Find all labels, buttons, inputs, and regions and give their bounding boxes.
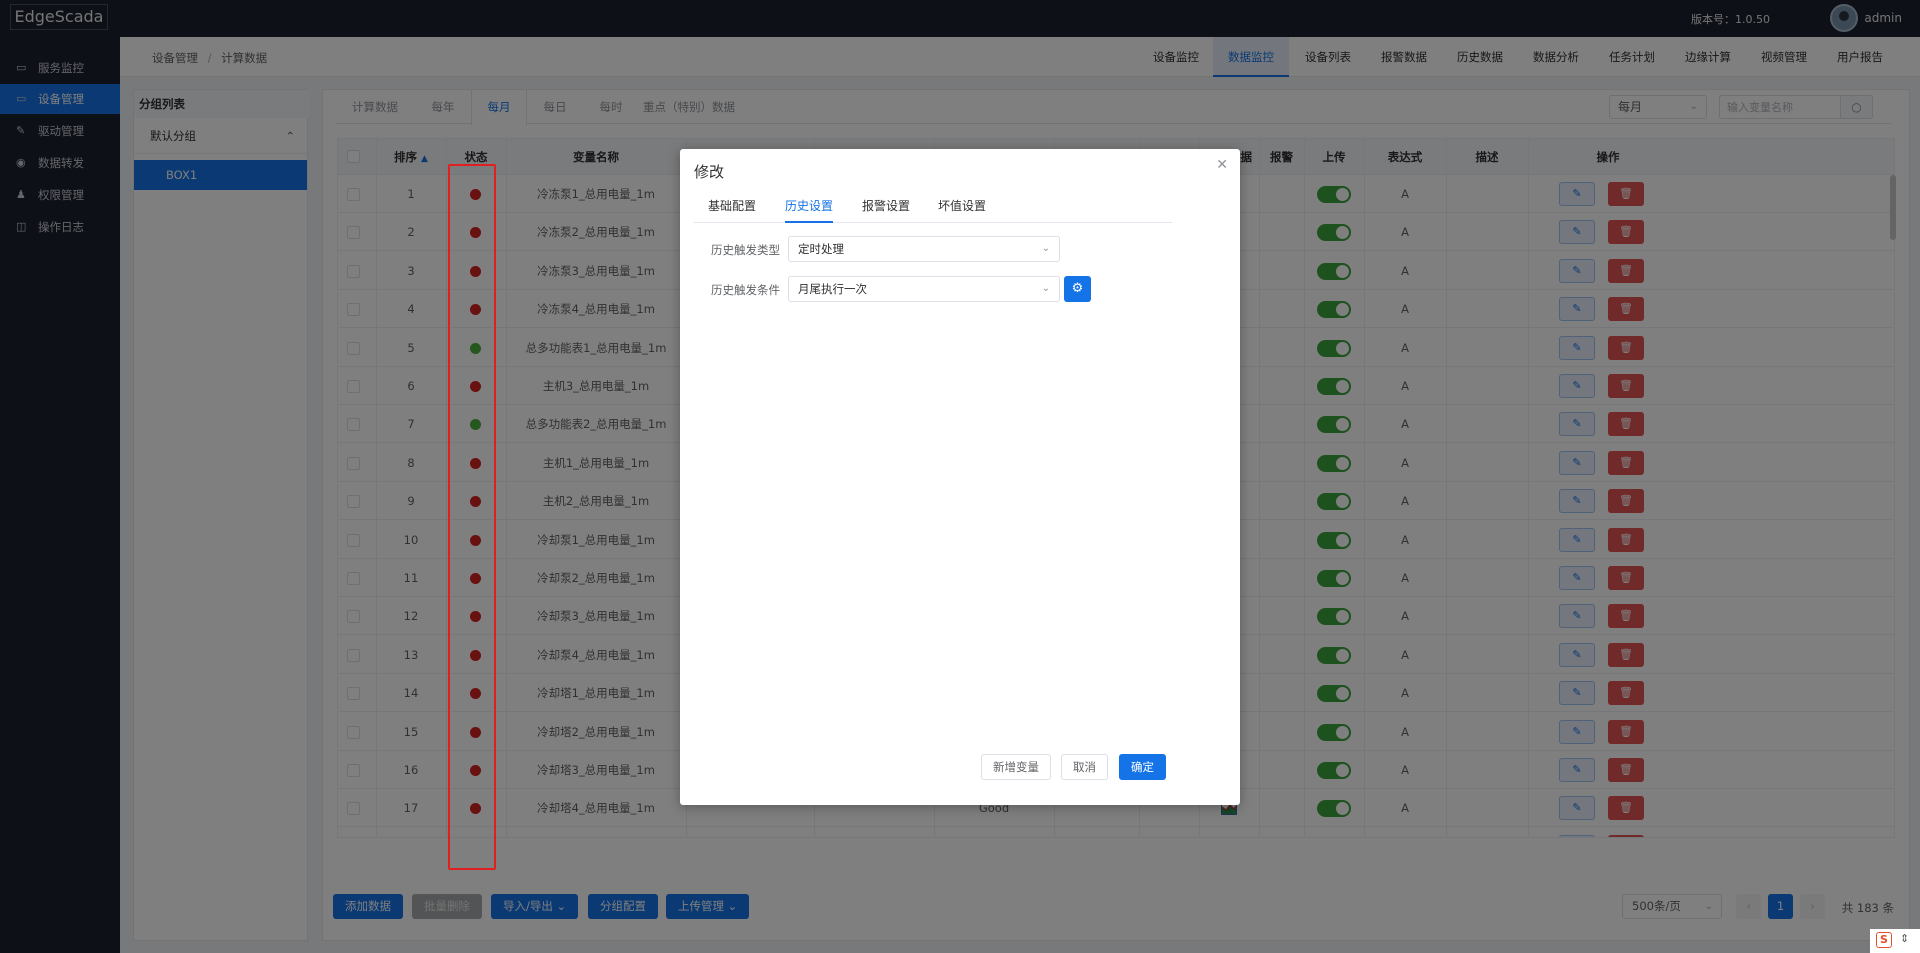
history-trigger-type-label: 历史触发类型 bbox=[711, 243, 780, 257]
status-column-highlight bbox=[448, 164, 496, 870]
add-variable-button[interactable]: 新增变量 bbox=[981, 754, 1051, 780]
chevron-down-icon: ⌄ bbox=[1041, 243, 1050, 254]
history-trigger-condition-label: 历史触发条件 bbox=[711, 283, 780, 297]
dialog-title: 修改 bbox=[694, 163, 725, 181]
dialog-tabs: 基础配置 历史设置 报警设置 坏值设置 bbox=[694, 189, 1172, 223]
gear-icon[interactable]: ⚙ bbox=[1064, 276, 1091, 302]
tab-basic-config[interactable]: 基础配置 bbox=[708, 189, 756, 223]
corner-widget: S ⇕ bbox=[1870, 929, 1920, 953]
history-trigger-condition-select[interactable]: 月尾执行一次 ⌄ bbox=[788, 276, 1060, 302]
close-icon[interactable]: ✕ bbox=[1216, 157, 1228, 173]
chevron-down-icon: ⌄ bbox=[1041, 283, 1050, 294]
chevron-updown-icon[interactable]: ⇕ bbox=[1900, 932, 1909, 945]
tab-alarm-settings[interactable]: 报警设置 bbox=[862, 189, 910, 223]
confirm-button[interactable]: 确定 bbox=[1119, 754, 1166, 780]
tab-bad-value-settings[interactable]: 坏值设置 bbox=[938, 189, 986, 223]
tab-history-settings[interactable]: 历史设置 bbox=[785, 189, 834, 223]
edit-dialog: 修改 ✕ 基础配置 历史设置 报警设置 坏值设置 历史触发类型 定时处理 ⌄ 历史… bbox=[680, 149, 1240, 805]
cancel-button[interactable]: 取消 bbox=[1061, 754, 1108, 780]
s-logo-icon[interactable]: S bbox=[1876, 932, 1892, 948]
history-trigger-type-select[interactable]: 定时处理 ⌄ bbox=[788, 236, 1060, 262]
